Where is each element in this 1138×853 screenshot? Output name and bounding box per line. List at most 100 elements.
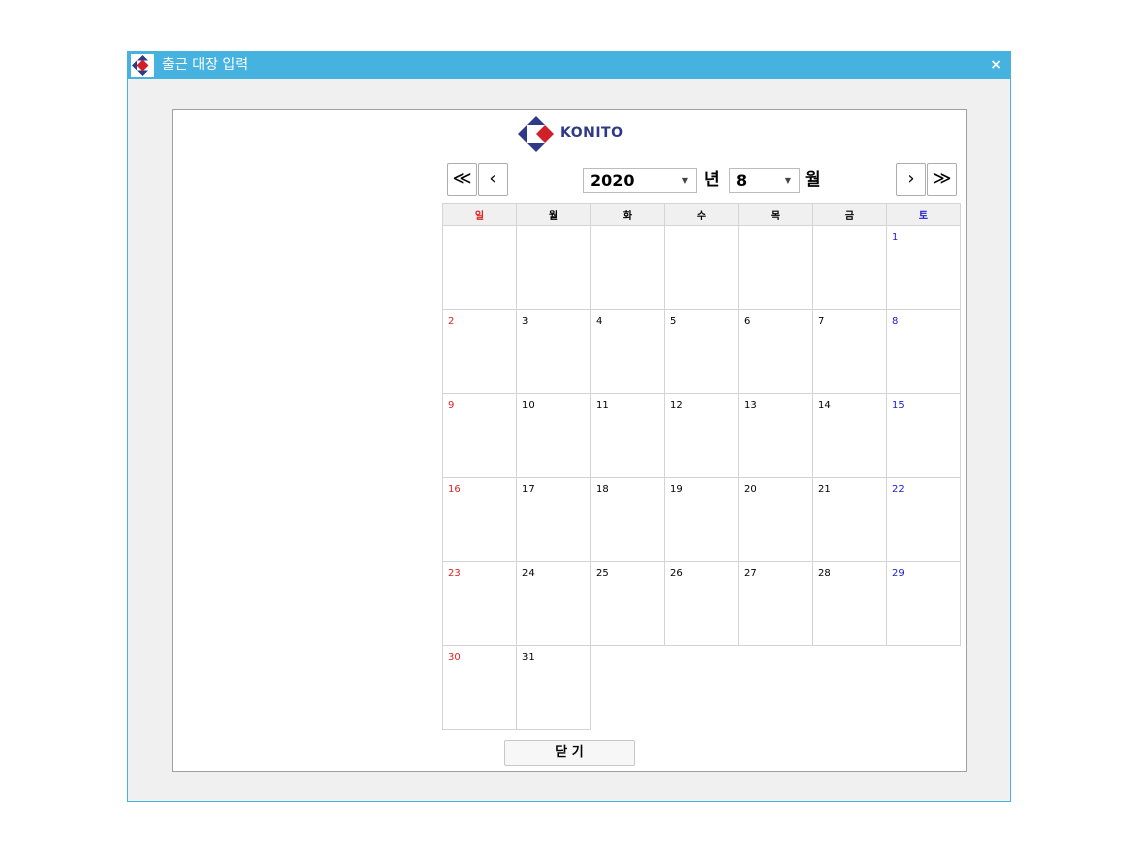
calendar-week-row: 30 31 [442,645,961,730]
day-number: 27 [744,568,757,579]
day-cell[interactable]: 24 [516,561,591,646]
day-number: 21 [818,484,831,495]
weekday-fri: 금 [812,203,887,226]
day-cell[interactable]: 26 [664,561,739,646]
day-cell[interactable] [664,225,739,310]
day-cell[interactable]: 17 [516,477,591,562]
day-cell[interactable]: 4 [590,309,665,394]
calendar-week-row: 2 3 4 5 6 7 8 [442,309,961,394]
day-cell[interactable] [738,225,813,310]
day-cell[interactable]: 14 [812,393,887,478]
day-number: 31 [522,652,535,663]
day-number: 29 [892,568,905,579]
empty-slot [813,646,887,730]
calendar-panel: KONITO ≪ ‹ 2020 ▼ 년 8 ▼ 월 › ≫ 일 월 화 수 목 … [172,109,967,772]
day-number: 25 [596,568,609,579]
day-cell[interactable] [812,225,887,310]
day-number: 11 [596,400,609,411]
day-cell[interactable] [516,225,591,310]
day-cell[interactable]: 12 [664,393,739,478]
next-month-button[interactable]: › [896,163,926,196]
year-select[interactable]: 2020 ▼ [583,168,697,193]
day-cell[interactable]: 7 [812,309,887,394]
logo-text: KONITO [560,125,624,141]
day-number: 8 [892,316,899,327]
prev-year-button[interactable]: ≪ [447,163,477,196]
year-unit-label: 년 [704,170,720,190]
empty-slot [591,646,665,730]
day-number: 4 [596,316,603,327]
day-cell[interactable]: 28 [812,561,887,646]
day-cell[interactable]: 8 [886,309,961,394]
day-cell[interactable]: 31 [516,645,591,730]
day-cell[interactable]: 23 [442,561,517,646]
day-number: 19 [670,484,683,495]
month-select[interactable]: 8 ▼ [729,168,800,193]
day-number [591,226,664,232]
calendar-week-row: 16 17 18 19 20 21 22 [442,477,961,562]
month-value: 8 [736,171,748,190]
konito-logo: KONITO [518,113,638,155]
chevron-down-icon: ▼ [784,176,791,185]
prev-month-button[interactable]: ‹ [478,163,508,196]
title-bar[interactable]: 출근 대장 입력 × [128,52,1010,79]
empty-slot [665,646,739,730]
day-number: 17 [522,484,535,495]
calendar-week-row: 1 [442,225,961,310]
day-cell[interactable]: 6 [738,309,813,394]
day-cell[interactable]: 30 [442,645,517,730]
day-number [443,226,516,232]
day-number: 1 [892,232,899,243]
day-cell[interactable]: 3 [516,309,591,394]
day-cell[interactable]: 19 [664,477,739,562]
day-number: 30 [448,652,461,663]
day-cell[interactable]: 1 [886,225,961,310]
close-icon[interactable]: × [990,56,1002,74]
day-cell[interactable] [590,225,665,310]
empty-slot [739,646,813,730]
weekday-sat: 토 [886,203,961,226]
weekday-sun: 일 [442,203,517,226]
window-title: 출근 대장 입력 [162,57,249,73]
day-cell[interactable]: 18 [590,477,665,562]
day-number: 3 [522,316,529,327]
chevron-down-icon: ▼ [681,176,688,185]
weekday-header-row: 일 월 화 수 목 금 토 [442,203,961,226]
weekday-wed: 수 [664,203,739,226]
day-number: 5 [670,316,677,327]
day-number: 9 [448,400,455,411]
day-number: 28 [818,568,831,579]
day-cell[interactable]: 5 [664,309,739,394]
day-number: 13 [744,400,757,411]
day-number [665,226,738,232]
next-year-button[interactable]: ≫ [927,163,957,196]
day-number: 24 [522,568,535,579]
day-number: 15 [892,400,905,411]
day-number: 16 [448,484,461,495]
day-cell[interactable]: 2 [442,309,517,394]
day-cell[interactable]: 15 [886,393,961,478]
day-number: 18 [596,484,609,495]
close-button[interactable]: 닫 기 [504,740,635,766]
day-cell[interactable]: 20 [738,477,813,562]
day-cell[interactable] [442,225,517,310]
day-cell[interactable]: 13 [738,393,813,478]
day-number [517,226,590,232]
calendar-week-row: 23 24 25 26 27 28 29 [442,561,961,646]
day-cell[interactable]: 11 [590,393,665,478]
day-cell[interactable]: 16 [442,477,517,562]
month-unit-label: 월 [805,170,821,190]
day-number [739,226,812,232]
day-cell[interactable]: 21 [812,477,887,562]
day-cell[interactable]: 10 [516,393,591,478]
day-cell[interactable]: 9 [442,393,517,478]
day-number: 10 [522,400,535,411]
day-number [813,226,886,232]
day-cell[interactable]: 29 [886,561,961,646]
day-cell[interactable]: 25 [590,561,665,646]
day-cell[interactable]: 22 [886,477,961,562]
day-number: 14 [818,400,831,411]
dialog-window: 출근 대장 입력 × KONITO ≪ ‹ 2020 ▼ 년 8 ▼ 월 › ≫ [127,51,1011,802]
day-cell[interactable]: 27 [738,561,813,646]
day-number: 23 [448,568,461,579]
